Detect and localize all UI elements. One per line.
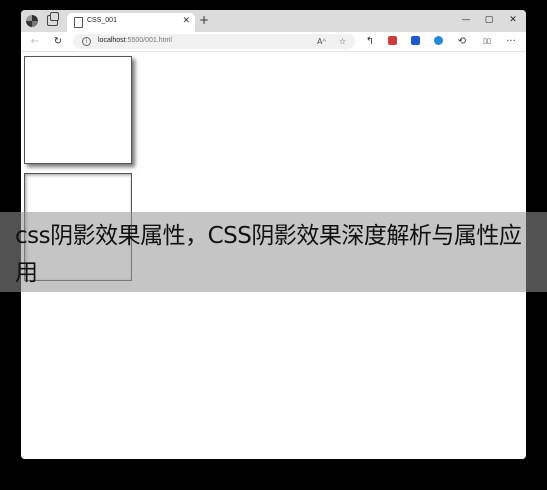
back-button[interactable]: ← (27, 34, 43, 49)
tab-css-001[interactable]: CSS_001 ✕ (67, 13, 195, 32)
url-path: :5500/001.html (125, 37, 172, 44)
tab-close-icon[interactable]: ✕ (182, 16, 190, 26)
share-icon[interactable]: ↰ (362, 34, 378, 49)
maximize-button[interactable]: ▢ (480, 13, 498, 27)
profile-icon[interactable] (26, 15, 38, 27)
extension-translate-icon[interactable] (434, 36, 443, 45)
extension-blue-icon[interactable] (411, 36, 420, 45)
split-screen-icon[interactable]: ▯▯ (479, 34, 495, 49)
read-aloud-icon[interactable]: Aᴬ (315, 35, 328, 48)
tab-strip: CSS_001 ✕ + — ▢ ✕ (21, 10, 526, 32)
url-host: localhost (98, 37, 126, 44)
refresh-button[interactable]: ↻ (50, 34, 66, 49)
page-icon (74, 17, 83, 28)
close-window-button[interactable]: ✕ (504, 13, 522, 27)
tab-title: CSS_001 (87, 17, 117, 24)
browser-toolbar: ← ↻ i localhost:5500/001.html Aᴬ ☆ ↰ ⟲ ▯… (21, 32, 526, 52)
extension-red-icon[interactable] (388, 36, 397, 45)
url-text[interactable]: localhost:5500/001.html (98, 37, 172, 44)
outer-shadow-box (24, 56, 132, 164)
minimize-button[interactable]: — (457, 13, 475, 27)
caption-text: css阴影效果属性，CSS阴影效果深度解析与属性应用 (15, 223, 522, 286)
caption-overlay: css阴影效果属性，CSS阴影效果深度解析与属性应用 (0, 212, 547, 292)
favorite-star-icon[interactable]: ☆ (336, 35, 349, 48)
site-info-icon[interactable]: i (82, 37, 91, 46)
new-tab-button[interactable]: + (197, 13, 211, 27)
workspaces-icon[interactable] (47, 12, 59, 26)
settings-menu-icon[interactable]: ··· (503, 34, 519, 49)
address-bar[interactable]: i localhost:5500/001.html Aᴬ ☆ (73, 34, 355, 49)
extensions-icon[interactable]: ⟲ (454, 34, 470, 49)
